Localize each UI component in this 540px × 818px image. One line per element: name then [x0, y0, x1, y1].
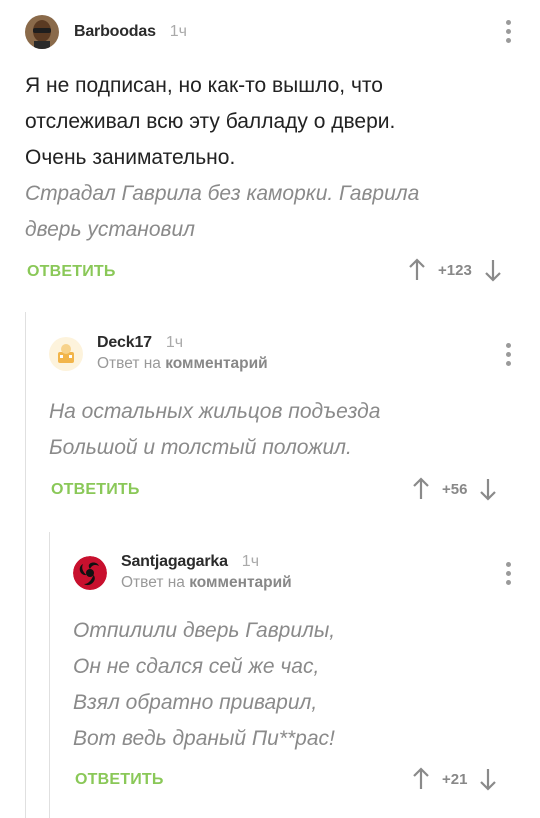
- reply-button[interactable]: ОТВЕТИТЬ: [51, 481, 140, 499]
- vote-controls: +56: [412, 477, 497, 501]
- downvote-arrow-icon[interactable]: [479, 767, 497, 791]
- downvote-arrow-icon[interactable]: [484, 258, 502, 282]
- reply-to-link[interactable]: комментарий: [165, 355, 267, 372]
- thread-line-level-2: [49, 532, 50, 818]
- comment-quote: Отпилили дверь Гаврилы, Он не сдался сей…: [73, 613, 335, 757]
- reply-to-prefix: Ответ на: [97, 355, 161, 372]
- quote-line: Страдал Гаврила без каморки. Гаврила: [25, 182, 420, 205]
- timestamp: 1ч: [169, 23, 188, 40]
- timestamp: 1ч: [165, 334, 184, 351]
- quote-line: Отпилили дверь Гаврилы,: [73, 619, 336, 642]
- avatar[interactable]: [25, 15, 59, 49]
- reply-to-line: Ответ на комментарий: [121, 574, 292, 592]
- reply-button[interactable]: ОТВЕТИТЬ: [27, 263, 116, 281]
- quote-line: дверь установил: [25, 218, 195, 241]
- upvote-arrow-icon[interactable]: [412, 767, 430, 791]
- text-line: Я не подписан, но как-то вышло, что: [25, 74, 383, 97]
- comment-quote: Страдал Гаврила без каморки. Гаврила две…: [25, 176, 419, 248]
- more-options-icon[interactable]: [506, 562, 512, 585]
- score: +123: [438, 261, 472, 279]
- avatar[interactable]: [73, 555, 107, 590]
- quote-line: Взял обратно приварил,: [73, 691, 318, 714]
- comment-quote: На остальных жильцов подъезда Большой и …: [49, 394, 380, 466]
- score: +56: [442, 480, 468, 498]
- quote-line: На остальных жильцов подъезда: [49, 400, 381, 423]
- timestamp: 1ч: [241, 553, 260, 570]
- more-options-icon[interactable]: [506, 343, 512, 366]
- reply-to-link[interactable]: комментарий: [189, 574, 291, 591]
- vote-controls: +123: [408, 258, 502, 282]
- quote-line: Он не сдался сей же час,: [73, 655, 320, 678]
- reply-to-prefix: Ответ на: [121, 574, 185, 591]
- reply-button[interactable]: ОТВЕТИТЬ: [75, 771, 164, 789]
- downvote-arrow-icon[interactable]: [479, 477, 497, 501]
- quote-line: Большой и толстый положил.: [49, 436, 352, 459]
- vote-controls: +21: [412, 767, 497, 791]
- quote-line: Вот ведь драный Пи**рас!: [73, 727, 335, 750]
- upvote-arrow-icon[interactable]: [408, 258, 426, 282]
- author-name[interactable]: Deck17: [97, 334, 152, 352]
- text-line: Очень занимательно.: [25, 146, 236, 169]
- score: +21: [442, 770, 468, 788]
- author-name[interactable]: Barboodas: [74, 23, 156, 41]
- avatar[interactable]: [49, 336, 83, 371]
- reply-to-line: Ответ на комментарий: [97, 355, 268, 373]
- thread-line-level-1: [25, 312, 26, 818]
- upvote-arrow-icon[interactable]: [412, 477, 430, 501]
- more-options-icon[interactable]: [506, 20, 512, 43]
- text-line: отслеживал всю эту балладу о двери.: [25, 110, 396, 133]
- comment-text: Я не подписан, но как-то вышло, что отсл…: [25, 68, 395, 176]
- author-name[interactable]: Santjagagarka: [121, 553, 228, 571]
